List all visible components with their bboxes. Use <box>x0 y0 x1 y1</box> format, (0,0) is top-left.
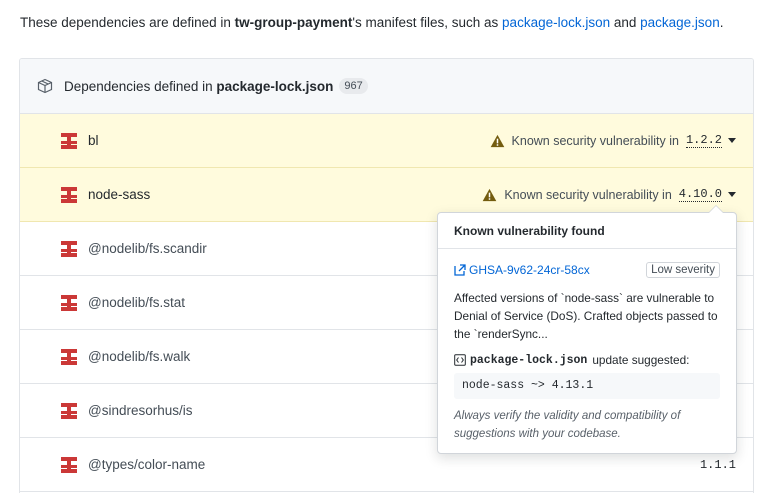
box-title-file: package-lock.json <box>216 78 334 94</box>
dependency-name[interactable]: @nodelib/fs.scandir <box>88 241 207 256</box>
box-title: Dependencies defined in package-lock.jso… <box>64 79 333 94</box>
package-lock-link[interactable]: package-lock.json <box>502 15 610 30</box>
suggested-version-code: node-sass ~> 4.13.1 <box>454 373 720 399</box>
npm-package-icon <box>61 133 77 149</box>
advisory-link[interactable]: GHSA-9v62-24cr-58cx <box>454 263 590 277</box>
intro-and: and <box>610 15 641 30</box>
description-line: the `renderSync... <box>454 327 548 341</box>
dependency-name[interactable]: @types/color-name <box>88 457 205 472</box>
note-line: Always verify the validity and compatibi… <box>454 410 681 422</box>
popover-body: GHSA-9v62-24cr-58cx Low severity Affecte… <box>438 249 736 443</box>
repo-name: tw-group-payment <box>234 15 353 30</box>
package-icon <box>37 78 53 94</box>
npm-package-icon <box>61 349 77 365</box>
vulnerable-version[interactable]: 1.2.2 <box>685 133 722 148</box>
popover-title: Known vulnerability found <box>438 213 736 249</box>
dependency-name[interactable]: node-sass <box>88 187 150 202</box>
intro-text: These dependencies are defined in tw-gro… <box>20 15 723 30</box>
description-line: Affected versions of `node-sass` are vul… <box>454 291 715 305</box>
suggestion-text: update suggested: <box>592 353 690 367</box>
dependency-row-bl[interactable]: bl Known security vulnerability in 1.2.2 <box>20 114 753 168</box>
chevron-down-icon[interactable] <box>728 192 736 197</box>
severity-badge: Low severity <box>646 262 720 278</box>
npm-package-icon <box>61 187 77 203</box>
description-line: Denial of Service (DoS). Crafted objects… <box>454 309 718 323</box>
alert-icon <box>483 188 497 201</box>
suggestion-file: package-lock.json <box>470 353 588 367</box>
verify-note: Always verify the validity and compatibi… <box>454 407 720 443</box>
intro-prefix: These dependencies are defined in <box>20 15 235 30</box>
vulnerability-text: Known security vulnerability in <box>511 133 679 148</box>
box-header: Dependencies defined in package-lock.jso… <box>20 59 753 114</box>
npm-package-icon <box>61 403 77 419</box>
external-link-icon <box>454 264 466 276</box>
dependency-count-badge: 967 <box>339 78 368 94</box>
dependency-name[interactable]: @sindresorhus/is <box>88 403 193 418</box>
dependency-version: 1.1.1 <box>699 457 736 472</box>
advisory-line: GHSA-9v62-24cr-58cx Low severity <box>454 259 720 281</box>
file-code-icon <box>454 354 466 366</box>
npm-package-icon <box>61 295 77 311</box>
update-suggestion: package-lock.json update suggested: <box>454 353 720 367</box>
vulnerability-popover: Known vulnerability found GHSA-9v62-24cr… <box>437 205 737 454</box>
vulnerable-version[interactable]: 4.10.0 <box>678 187 722 202</box>
package-json-link[interactable]: package.json <box>640 15 720 30</box>
vulnerability-alert[interactable]: Known security vulnerability in 4.10.0 <box>482 187 736 202</box>
dependency-name[interactable]: @nodelib/fs.stat <box>88 295 185 310</box>
box-title-prefix: Dependencies defined in <box>64 78 217 94</box>
chevron-down-icon[interactable] <box>728 138 736 143</box>
vulnerability-text: Known security vulnerability in <box>504 187 672 202</box>
dependency-name[interactable]: @nodelib/fs.walk <box>88 349 190 364</box>
note-line: suggestions with your codebase. <box>454 428 621 440</box>
intro-suffix: . <box>719 15 724 30</box>
npm-package-icon <box>61 241 77 257</box>
vulnerability-description: Affected versions of `node-sass` are vul… <box>454 289 720 343</box>
npm-package-icon <box>61 457 77 473</box>
alert-icon <box>490 134 504 147</box>
vulnerability-alert[interactable]: Known security vulnerability in 1.2.2 <box>490 133 736 148</box>
dependency-name[interactable]: bl <box>88 133 99 148</box>
advisory-id: GHSA-9v62-24cr-58cx <box>469 263 590 277</box>
intro-middle: 's manifest files, such as <box>352 15 503 30</box>
